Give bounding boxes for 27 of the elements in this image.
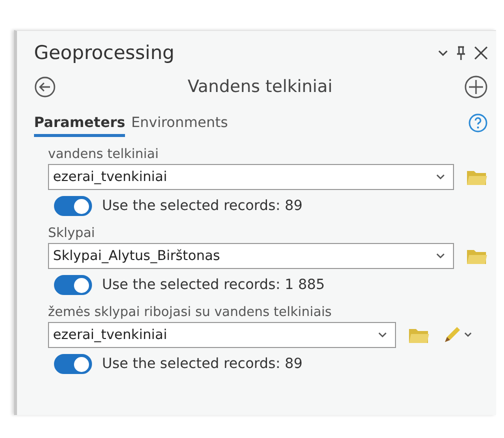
toggle-switch[interactable] xyxy=(54,354,92,374)
pin-icon[interactable] xyxy=(456,46,466,60)
parameter-label: vandens telkiniai xyxy=(48,147,160,162)
toggle-label: Use the selected records: 89 xyxy=(102,198,303,214)
chevron-down-icon xyxy=(436,174,445,180)
add-icon[interactable] xyxy=(464,75,488,99)
toggle-switch[interactable] xyxy=(54,196,92,216)
back-icon[interactable] xyxy=(34,76,56,98)
chevron-down-icon[interactable] xyxy=(438,50,448,56)
dropdown-field[interactable]: ezerai_tvenkiniai xyxy=(48,164,454,190)
close-icon[interactable] xyxy=(474,46,488,60)
toggle-label: Use the selected records: 1 885 xyxy=(102,277,325,293)
toggle-label: Use the selected records: 89 xyxy=(102,356,303,372)
parameter-label: Sklypai xyxy=(48,226,96,241)
parameter-label: žemės sklypai ribojasi su vandens telkiniais xyxy=(48,305,333,320)
chevron-down-icon xyxy=(378,332,387,338)
dropdown-field[interactable]: ezerai_tvenkiniai xyxy=(48,322,396,348)
help-icon[interactable] xyxy=(468,113,488,133)
pane-title: Geoprocessing xyxy=(34,42,174,64)
pencil-icon[interactable] xyxy=(442,325,462,345)
tool-title: Vandens telkiniai xyxy=(188,77,332,97)
toggle-switch[interactable] xyxy=(54,275,92,295)
chevron-down-icon xyxy=(436,253,445,259)
dropdown-field[interactable]: Sklypai_Alytus_Birštonas xyxy=(48,243,454,269)
tab[interactable]: Parameters xyxy=(34,115,126,137)
chevron-down-icon[interactable] xyxy=(464,332,472,338)
tab[interactable]: Environments xyxy=(131,115,228,137)
